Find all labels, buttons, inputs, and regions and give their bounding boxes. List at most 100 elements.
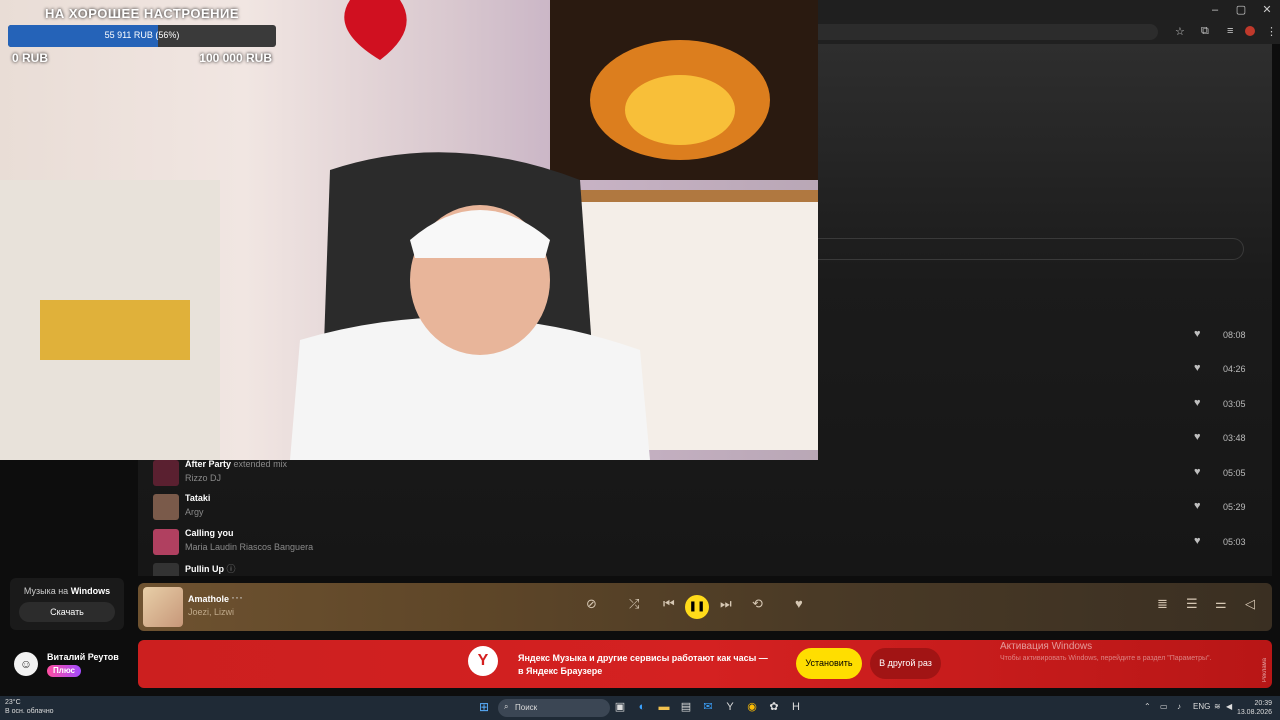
store-icon[interactable]: ▤ <box>679 700 693 714</box>
download-button[interactable]: Скачать <box>19 602 115 622</box>
maximize-button[interactable]: ▢ <box>1228 0 1254 20</box>
volume-icon[interactable]: ◁ <box>1245 596 1255 612</box>
minimize-button[interactable]: – <box>1202 0 1228 20</box>
heart-icon[interactable]: ♥ <box>1194 431 1201 443</box>
edge-icon[interactable]: ◐ <box>635 700 649 714</box>
star-icon[interactable]: ☆ <box>1175 25 1185 38</box>
promo-text-line2: в Яндекс Браузере <box>518 666 603 676</box>
download-label-bold: Windows <box>70 586 111 596</box>
track-meta-row: ♥ 03:48 <box>1190 431 1250 447</box>
later-button[interactable]: В другой раз <box>870 648 941 679</box>
dislike-icon[interactable]: ⊘ <box>586 596 597 612</box>
heart-icon[interactable]: ♥ <box>1194 362 1201 374</box>
chrome-icon[interactable]: ◉ <box>745 700 759 714</box>
track-cover <box>153 563 179 576</box>
track-row[interactable]: Calling you Maria Laudin Riascos Banguer… <box>150 526 1250 560</box>
address-bar-row: ☆ ⧉ ≡ ⋮ <box>818 20 1280 44</box>
track-row[interactable]: After Party extended mix Rizzo DJ <box>150 457 1250 491</box>
player-bar: Amathole ··· Joezi, Lizwi ⊘ ⤮ ⏮ ❚❚ ⏭ ⟲ ♥… <box>138 583 1272 631</box>
ad-label: Реклама <box>1262 658 1268 683</box>
file-explorer-icon[interactable]: ▬ <box>657 700 671 714</box>
windows-taskbar: 23°C В осн. облачно ⊞ ⌕ Поиск ▣ ◐ ▬ ▤ ✉ … <box>0 696 1280 720</box>
address-bar[interactable] <box>818 24 1158 40</box>
search-icon: ⌕ <box>504 702 509 711</box>
extensions-icon[interactable]: ⧉ <box>1201 25 1209 38</box>
now-playing-title[interactable]: Amathole <box>188 594 229 604</box>
windows-activation-subtitle: Чтобы активировать Windows, перейдите в … <box>1000 655 1212 662</box>
pillow <box>40 300 190 360</box>
yandex-browser-logo: Y <box>468 646 498 676</box>
windows-activation-title: Активация Windows <box>1000 641 1093 652</box>
browser-menu-icon[interactable]: ⋮ <box>1266 25 1277 38</box>
heart-balloon <box>344 0 407 60</box>
search-field[interactable] <box>818 238 1244 260</box>
track-cover <box>153 460 179 486</box>
weather-widget[interactable]: 23°C В осн. облачно <box>5 698 54 716</box>
equalizer-icon[interactable]: ⚌ <box>1215 596 1227 612</box>
track-row[interactable]: Tataki Argy <box>150 491 1250 525</box>
taskbar-search-placeholder: Поиск <box>515 703 538 712</box>
track-duration: 04:26 <box>1223 364 1246 374</box>
speaker-icon[interactable]: ◀ <box>1226 702 1232 711</box>
donation-progress-bar: 55 911 RUB (56%) <box>8 25 276 47</box>
pause-button[interactable]: ❚❚ <box>685 595 709 619</box>
weather-temp: 23°C <box>5 699 21 706</box>
heart-icon[interactable]: ♥ <box>1194 397 1201 409</box>
windows-start-icon[interactable]: ⊞ <box>479 700 489 714</box>
microphone-icon[interactable]: ♪ <box>1177 702 1181 711</box>
webcam-overlay: НА ХОРОШЕЕ НАСТРОЕНИЕ 55 911 RUB (56%) 0… <box>0 0 818 460</box>
language-indicator[interactable]: ENG <box>1193 702 1210 711</box>
donation-progress-text: 55 911 RUB (56%) <box>104 30 180 40</box>
clock-time: 20:39 <box>1254 700 1272 707</box>
lyrics-icon[interactable]: ≣ <box>1157 596 1168 612</box>
like-heart-icon[interactable]: ♥ <box>795 596 803 611</box>
user-name: Виталий Реутов <box>47 652 119 662</box>
download-app-card: Музыка на Windows Скачать <box>10 578 124 630</box>
track-title: Calling you <box>185 528 234 538</box>
window-controls: – ▢ ✕ <box>1202 0 1280 20</box>
donation-max-label: 100 000 RUB <box>199 51 272 65</box>
promo-banner: Y Яндекс Музыка и другие сервисы работаю… <box>138 640 1272 688</box>
promo-text-line1: Яндекс Музыка и другие сервисы работают … <box>518 653 768 663</box>
app-h-icon[interactable]: H <box>789 700 803 714</box>
app-icon[interactable]: ✿ <box>767 700 781 714</box>
media-icon[interactable]: ≡ <box>1227 25 1233 37</box>
tray-app-icon[interactable]: ▭ <box>1160 702 1168 711</box>
track-title: Pullin Up <box>185 564 224 574</box>
next-icon[interactable]: ⏭ <box>720 596 732 612</box>
wifi-icon[interactable]: ≋ <box>1214 702 1221 711</box>
avatar[interactable]: ☺ <box>14 652 38 676</box>
close-button[interactable]: ✕ <box>1254 0 1280 20</box>
explicit-info-icon: ⓘ <box>226 564 236 574</box>
repeat-icon[interactable]: ⟲ <box>752 596 763 612</box>
tray-chevron-icon[interactable]: ⌃ <box>1144 702 1151 711</box>
install-button[interactable]: Установить <box>796 648 862 679</box>
now-playing-artists[interactable]: Joezi, Lizwi <box>188 607 234 617</box>
weather-desc: В осн. облачно <box>5 708 54 715</box>
fire-core <box>625 75 735 145</box>
mail-icon[interactable]: ✉ <box>701 700 715 714</box>
heart-icon[interactable]: ♥ <box>1194 328 1201 340</box>
previous-icon[interactable]: ⏮ <box>663 596 675 612</box>
track-artist[interactable]: Argy <box>185 507 204 517</box>
donation-goal-widget: НА ХОРОШЕЕ НАСТРОЕНИЕ 55 911 RUB (56%) 0… <box>8 6 276 65</box>
track-artist[interactable]: Rizzo DJ <box>185 473 221 483</box>
taskbar-search[interactable]: ⌕ Поиск <box>498 699 610 717</box>
clock[interactable]: 20:39 13.08.2026 <box>1237 699 1272 717</box>
shuffle-icon[interactable]: ⤮ <box>629 596 639 612</box>
queue-icon[interactable]: ☰ <box>1186 596 1198 612</box>
download-label: Музыка на <box>23 586 69 596</box>
track-meta-row: ♥ 03:05 <box>1190 397 1250 413</box>
more-options-icon[interactable]: ··· <box>231 590 243 604</box>
yandex-icon[interactable]: Y <box>723 700 737 714</box>
profile-avatar[interactable] <box>1245 26 1255 36</box>
track-title: Tataki <box>185 493 211 503</box>
user-profile[interactable]: ☺ Виталий Реутов Плюс <box>14 650 134 680</box>
task-view-icon[interactable]: ▣ <box>613 700 627 714</box>
track-row[interactable]: Pullin Up ⓘ <box>150 560 1250 576</box>
track-duration: 03:48 <box>1223 433 1246 443</box>
track-artist[interactable]: Maria Laudin Riascos Banguera <box>185 542 313 552</box>
clock-date: 13.08.2026 <box>1236 709 1272 716</box>
track-duration: 03:05 <box>1223 399 1246 409</box>
now-playing-cover[interactable] <box>143 587 183 627</box>
